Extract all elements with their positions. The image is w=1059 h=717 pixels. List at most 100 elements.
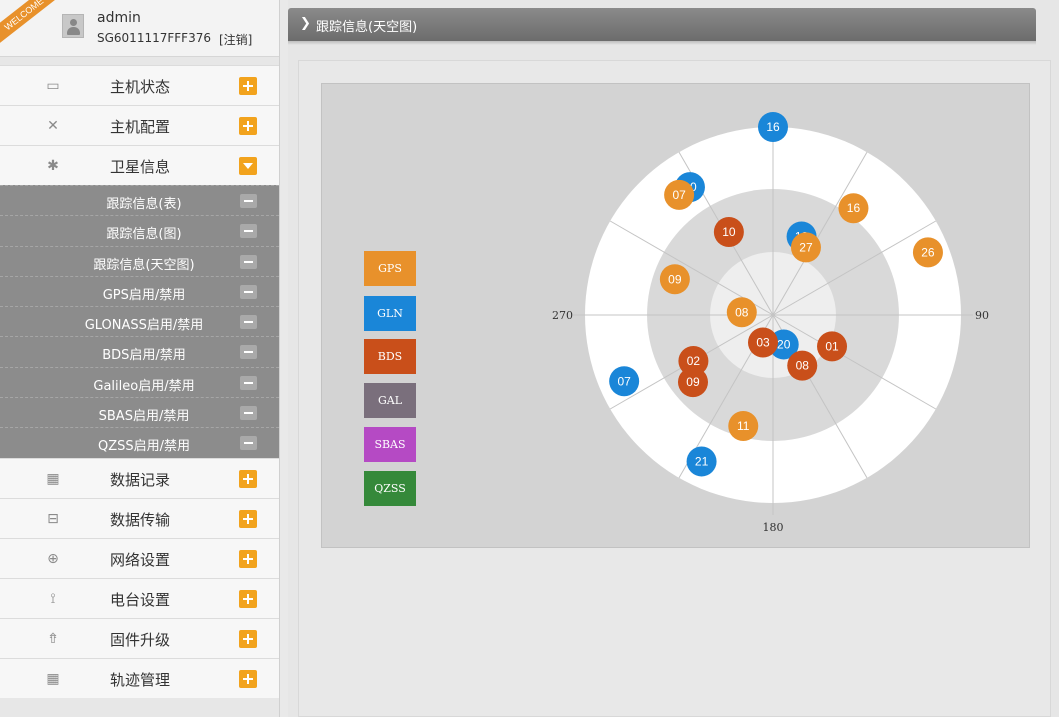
main-content: ❯ 跟踪信息(天空图) GPS GLN BDS GAL SBAS QZSS 0 … [288,0,1059,717]
menu-item-label: 固件升级 [109,630,170,649]
submenu-label: GPS启用/禁用 [102,287,186,303]
satellite-id: 16 [847,201,861,215]
satellite-id: 27 [799,240,813,254]
minus-icon [240,345,257,360]
satellite-id: 02 [687,354,701,368]
expand-plus-icon[interactable] [239,509,257,528]
satellite-id: 03 [756,335,770,349]
submenu-tracking-chart[interactable]: 跟踪信息(图) [0,215,279,246]
satellite-id: 21 [695,454,709,468]
satellite-id: 08 [735,305,749,319]
satellite-marker[interactable]: 10 [713,217,744,248]
page-header: ❯ 跟踪信息(天空图) [288,8,1036,41]
menu-item-label: 数据记录 [109,470,170,489]
submenu-sbas-toggle[interactable]: SBAS启用/禁用 [0,397,279,428]
menu-item-track-management[interactable]: ▦ 轨迹管理 [0,657,279,698]
menu-item-label: 数据传输 [109,510,170,529]
satellite-marker[interactable]: 16 [838,193,869,224]
menu-item-label: 主机状态 [109,78,170,96]
satellite-id: 10 [722,225,736,239]
satellite-id: 01 [825,339,839,353]
minus-icon [240,315,257,330]
welcome-ribbon: WELCOME [0,0,63,47]
menu-item-satellite-info[interactable]: ✱ 卫星信息 [0,145,279,185]
submenu-label: 跟踪信息(天空图) [93,257,195,273]
satellite-id: 08 [796,359,810,373]
submenu-tracking-table[interactable]: 跟踪信息(表) [0,185,279,216]
expand-plus-icon[interactable] [239,629,257,648]
satellite-marker[interactable]: 21 [686,446,717,477]
submenu-tracking-skyplot[interactable]: 跟踪信息(天空图) [0,245,279,276]
expand-plus-icon[interactable] [239,77,257,95]
menu-item-data-transfer[interactable]: ⊟ 数据传输 [0,497,279,538]
menu-item-host-status[interactable]: ▭ 主机状态 [0,65,279,105]
expand-plus-icon[interactable] [239,669,257,688]
satellite-marker[interactable]: 08 [787,350,818,381]
submenu-label: GLONASS启用/禁用 [84,318,204,334]
satellite-id: 07 [617,374,631,388]
submenu-label: QZSS启用/禁用 [97,439,191,455]
submenu-label: Galileo启用/禁用 [93,378,195,394]
skyplot: 0 90 180 270 161007162610192709082003010… [552,112,989,534]
satellite-marker[interactable]: 26 [912,237,943,268]
submenu-gps-toggle[interactable]: GPS启用/禁用 [0,275,279,307]
minus-icon [240,284,257,299]
menu-item-label: 网络设置 [109,550,170,569]
satellite-id: 09 [686,375,700,389]
minus-icon [240,375,257,390]
satellite-marker[interactable]: 16 [758,112,788,142]
submenu-label: SBAS启用/禁用 [98,409,190,425]
minus-icon [240,224,257,239]
sidebar: WELCOME admin SG6011117FFF376 [注销] ▭ 主机状… [0,0,280,717]
satellite-marker[interactable]: 08 [726,297,757,328]
logout-link[interactable]: [注销] [219,31,252,48]
minus-icon [240,254,257,269]
satellite-id: 20 [777,337,791,351]
menu-item-label: 电台设置 [109,590,170,609]
menu-item-radio-settings[interactable]: ⟟ 电台设置 [0,577,279,618]
satellite-id: 16 [766,120,780,134]
satellite-marker[interactable]: 11 [728,410,759,441]
avatar-icon [62,14,84,38]
username: admin [97,10,141,26]
minus-icon [240,436,257,451]
submenu-galileo-toggle[interactable]: Galileo启用/禁用 [0,366,279,398]
satellite-marker[interactable]: 07 [664,179,695,210]
skyplot-spokes [573,115,973,515]
menu-item-host-config[interactable]: ✕ 主机配置 [0,105,279,145]
content-panel: GPS GLN BDS GAL SBAS QZSS 0 90 180 270 1… [298,60,1051,717]
satellite-id: 07 [672,188,686,202]
page-title: 跟踪信息(天空图) [316,20,418,35]
satellite-id: 09 [668,272,682,286]
submenu-label: 跟踪信息(图) [106,227,182,243]
expand-plus-icon[interactable] [239,549,257,568]
menu-item-label: 卫星信息 [109,158,170,176]
expand-plus-icon[interactable] [239,117,257,135]
satellite-marker[interactable]: 09 [659,264,690,295]
skyplot-container: GPS GLN BDS GAL SBAS QZSS 0 90 180 270 1… [321,83,1030,548]
submenu-bds-toggle[interactable]: BDS启用/禁用 [0,336,279,367]
user-panel: WELCOME admin SG6011117FFF376 [注销] [0,0,279,57]
axis-label-east: 90 [975,309,989,322]
satellite-marker[interactable]: 27 [790,232,821,263]
expand-plus-icon[interactable] [239,589,257,608]
satellite-id: 26 [921,245,935,259]
satellite-marker[interactable]: 07 [609,366,640,397]
expand-plus-icon[interactable] [239,469,257,488]
satellite-marker[interactable]: 09 [677,367,708,398]
submenu-label: BDS启用/禁用 [102,348,186,364]
menu-item-label: 轨迹管理 [109,670,170,689]
submenu-qzss-toggle[interactable]: QZSS启用/禁用 [0,427,279,458]
satellite-marker[interactable]: 03 [747,327,778,358]
submenu-glonass-toggle[interactable]: GLONASS启用/禁用 [0,306,279,337]
collapse-down-icon[interactable] [239,157,257,175]
menu-item-network-settings[interactable]: ⊕ 网络设置 [0,537,279,578]
satellite-marker[interactable]: 01 [817,331,848,362]
submenu-label: 跟踪信息(表) [106,197,182,212]
minus-icon [240,406,257,421]
device-serial: SG6011117FFF376 [97,31,211,45]
menu-item-data-logging[interactable]: ▦ 数据记录 [0,457,279,498]
satellite-id: 11 [737,419,750,433]
menu-item-label: 主机配置 [109,118,170,136]
menu-item-firmware-upgrade[interactable]: ⇮ 固件升级 [0,617,279,658]
